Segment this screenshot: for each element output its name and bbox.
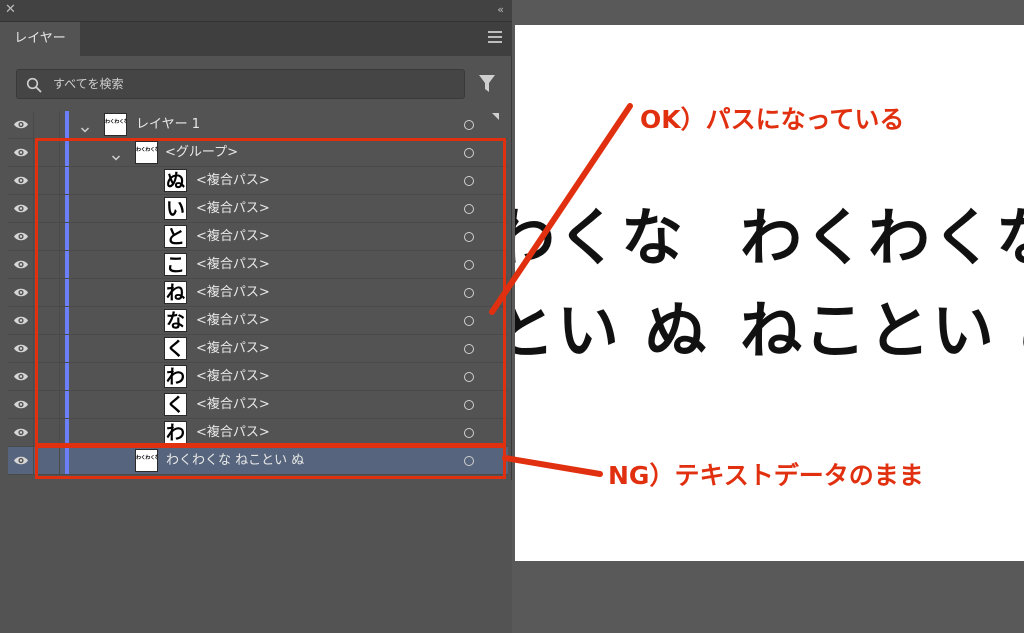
visibility-toggle[interactable] xyxy=(8,111,34,138)
visibility-toggle[interactable] xyxy=(8,391,34,418)
lock-toggle[interactable] xyxy=(34,111,60,138)
close-icon[interactable]: ✕ xyxy=(5,2,16,18)
eye-icon xyxy=(14,120,28,129)
collapse-panel-icon[interactable]: ‹‹ xyxy=(497,3,504,17)
visibility-toggle[interactable] xyxy=(8,419,34,446)
canvas-workspace: わくな とい ぬ わくわくな ねことい ぬ xyxy=(512,0,1024,633)
filter-icon[interactable] xyxy=(478,73,496,95)
visibility-toggle[interactable] xyxy=(8,251,34,278)
target-circle-icon[interactable] xyxy=(464,120,474,130)
visibility-toggle[interactable] xyxy=(8,223,34,250)
ok-callout-label: OK）パスになっている xyxy=(640,105,905,134)
eye-icon xyxy=(14,428,28,437)
visibility-toggle[interactable] xyxy=(8,139,34,166)
search-input[interactable] xyxy=(53,70,453,98)
layer-thumbnail: わくわくな ねことい xyxy=(104,113,127,136)
visibility-toggle[interactable] xyxy=(8,307,34,334)
visibility-toggle[interactable] xyxy=(8,279,34,306)
eye-icon xyxy=(14,176,28,185)
eye-icon xyxy=(14,400,28,409)
visibility-toggle[interactable] xyxy=(8,363,34,390)
eye-icon xyxy=(14,204,28,213)
eye-icon xyxy=(14,372,28,381)
search-field xyxy=(16,69,465,99)
artboard-text-left-line2[interactable]: とい ぬ xyxy=(515,300,709,362)
panel-menu-icon[interactable] xyxy=(488,31,502,43)
visibility-toggle[interactable] xyxy=(8,167,34,194)
panel-empty-area xyxy=(0,480,512,633)
visibility-toggle[interactable] xyxy=(8,195,34,222)
thumbnail-glyph: わくわくな ねことい xyxy=(105,119,127,125)
artboard-text-left-line1[interactable]: わくな xyxy=(515,207,685,269)
panel-tab-row: レイヤー xyxy=(0,22,512,56)
layer-row[interactable]: わくわくな ねことい レイヤー 1 xyxy=(8,111,508,139)
ng-callout-label: NG）テキストデータのまま xyxy=(608,461,924,490)
artboard-text-right-line1[interactable]: わくわくな xyxy=(740,207,1024,269)
eye-icon xyxy=(14,316,28,325)
eye-icon xyxy=(14,288,28,297)
visibility-toggle[interactable] xyxy=(8,447,34,474)
chevron-down-icon[interactable] xyxy=(80,120,90,133)
visibility-toggle[interactable] xyxy=(8,335,34,362)
eye-icon xyxy=(14,148,28,157)
eye-icon xyxy=(14,260,28,269)
eye-icon xyxy=(14,232,28,241)
eye-icon xyxy=(14,456,28,465)
artboard-text-right-line2[interactable]: ねことい ぬ xyxy=(740,300,1024,362)
panel-titlebar: ✕ ‹‹ xyxy=(0,0,512,22)
selection-indicator-icon xyxy=(492,113,499,120)
search-icon xyxy=(26,77,42,93)
eye-icon xyxy=(14,344,28,353)
tab-layers[interactable]: レイヤー xyxy=(0,22,80,56)
ok-highlight-box xyxy=(35,138,506,446)
layer-name[interactable]: レイヤー 1 xyxy=(136,111,200,138)
layer-color-bar xyxy=(65,111,69,138)
ng-highlight-box xyxy=(35,445,506,479)
